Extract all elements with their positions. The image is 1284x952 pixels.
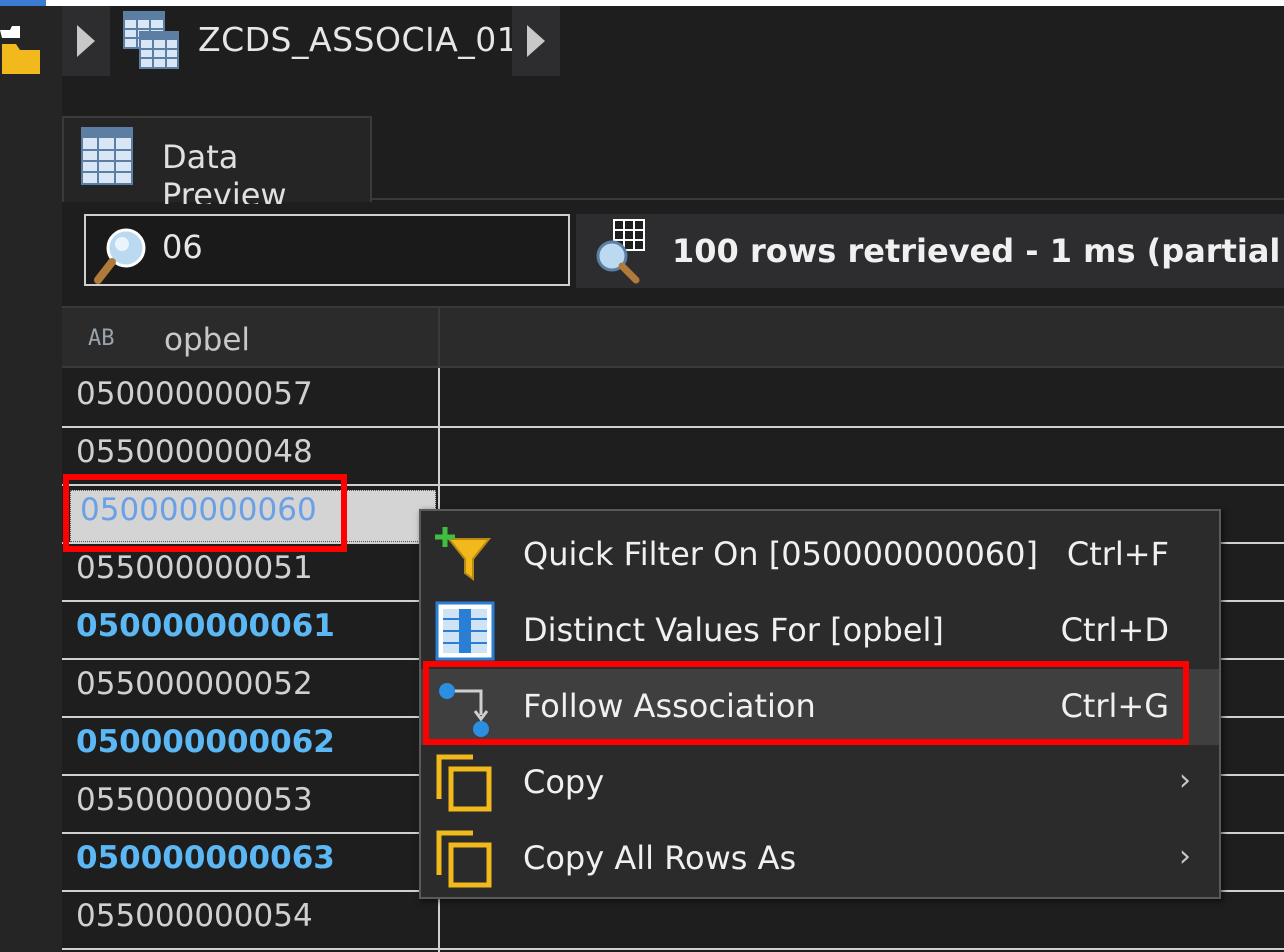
- search-input[interactable]: [162, 228, 542, 266]
- cell-opbel[interactable]: 055000000048: [76, 434, 313, 470]
- menu-item-shortcut: Ctrl+D: [1060, 611, 1169, 649]
- cell-opbel[interactable]: 055000000054: [76, 898, 313, 934]
- menu-item-distinct-values[interactable]: Distinct Values For [opbel] Ctrl+D: [421, 593, 1219, 669]
- column-type-badge: AB: [88, 326, 115, 351]
- tab-divider: [372, 198, 1284, 200]
- menu-item-copy[interactable]: Copy ›: [421, 745, 1219, 821]
- breadcrumb-back-arrow[interactable]: [62, 6, 110, 76]
- menu-item-shortcut: Ctrl+G: [1060, 687, 1169, 725]
- query-status-bar: 100 rows retrieved - 1 ms (partial res: [576, 214, 1284, 288]
- cell-opbel[interactable]: 055000000051: [76, 550, 313, 586]
- column-header-opbel[interactable]: opbel: [164, 322, 250, 358]
- cell-opbel-match[interactable]: 050000000062: [76, 724, 335, 760]
- search-icon: [94, 228, 146, 284]
- context-menu: Quick Filter On [050000000060] Ctrl+F Di…: [419, 509, 1221, 899]
- menu-item-label: Copy All Rows As: [523, 839, 797, 877]
- grid-header: AB opbel: [62, 306, 1284, 368]
- chevron-right-icon: ›: [1179, 839, 1191, 874]
- tab-data-preview[interactable]: Data Preview: [62, 116, 372, 214]
- cell-opbel-selected[interactable]: 050000000060: [80, 492, 317, 528]
- copy-icon: [436, 830, 492, 888]
- toolbar: 100 rows retrieved - 1 ms (partial res: [62, 204, 1284, 304]
- menu-item-label: Distinct Values For [opbel]: [523, 611, 944, 649]
- chevron-right-icon: [527, 25, 545, 57]
- tab-label: Data Preview: [162, 138, 287, 214]
- breadcrumb: ZCDS_ASSOCIA_01: [62, 6, 1284, 76]
- menu-item-shortcut: Ctrl+F: [1066, 535, 1169, 573]
- cell-opbel-match[interactable]: 050000000061: [76, 608, 335, 644]
- cell-opbel[interactable]: 055000000053: [76, 782, 313, 818]
- menu-item-label: Quick Filter On [050000000060]: [523, 535, 1038, 573]
- menu-item-label: Follow Association: [523, 687, 816, 725]
- table-icon: [81, 127, 133, 185]
- search-field[interactable]: [84, 214, 570, 286]
- association-icon: [439, 683, 489, 737]
- left-gutter: [0, 6, 62, 952]
- table-row[interactable]: 055000000054: [62, 892, 1284, 950]
- cell-opbel-match[interactable]: 050000000063: [76, 840, 335, 876]
- folder-icon[interactable]: [0, 24, 42, 76]
- table-row[interactable]: 055000000048: [62, 428, 1284, 486]
- menu-item-copy-all-rows-as[interactable]: Copy All Rows As ›: [421, 821, 1219, 897]
- breadcrumb-entity-name[interactable]: ZCDS_ASSOCIA_01: [198, 14, 518, 66]
- menu-item-label: Copy: [523, 763, 605, 801]
- menu-item-quick-filter[interactable]: Quick Filter On [050000000060] Ctrl+F: [421, 517, 1219, 593]
- chevron-right-icon: [77, 25, 95, 57]
- cell-opbel[interactable]: 050000000057: [76, 376, 313, 412]
- copy-icon: [436, 754, 492, 812]
- status-text: 100 rows retrieved - 1 ms (partial res: [672, 232, 1284, 270]
- funnel-plus-icon: [435, 527, 492, 581]
- cell-opbel[interactable]: 055000000052: [76, 666, 313, 702]
- menu-item-follow-association[interactable]: Follow Association Ctrl+G: [421, 669, 1219, 745]
- breadcrumb-forward-arrow[interactable]: [512, 6, 560, 76]
- cds-view-icon: [123, 11, 179, 69]
- query-result-icon: [596, 219, 645, 284]
- table-row[interactable]: 050000000057: [62, 370, 1284, 428]
- chevron-right-icon: ›: [1179, 763, 1191, 798]
- distinct-values-icon: [435, 601, 495, 661]
